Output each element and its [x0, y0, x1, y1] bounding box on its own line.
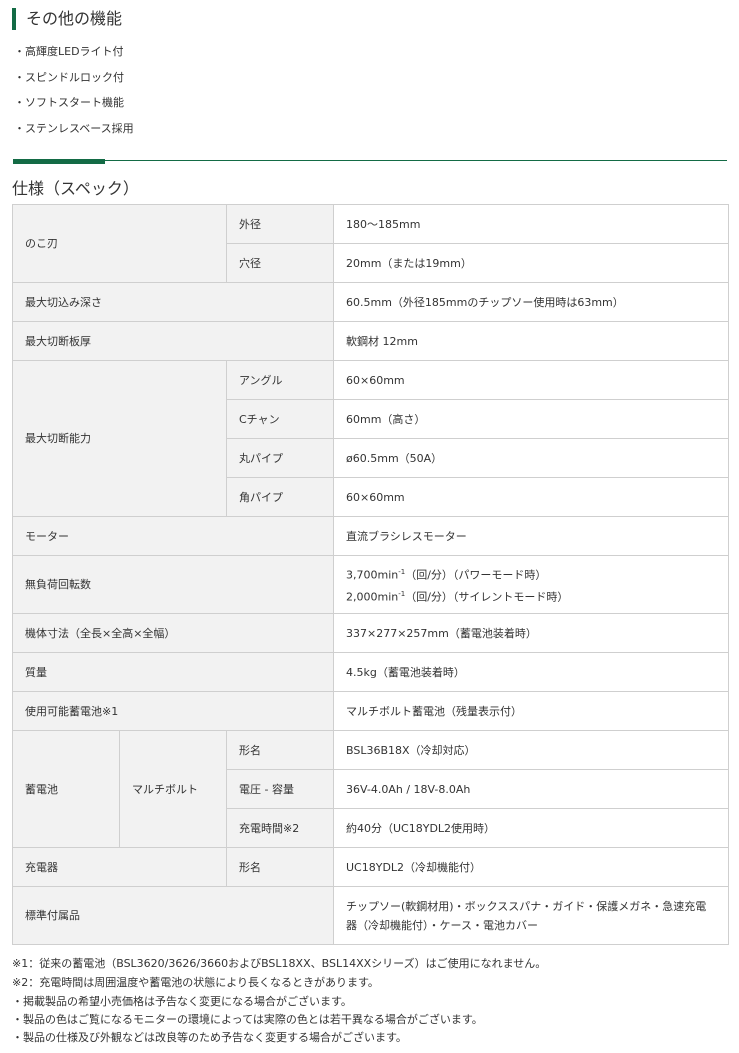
spec-value: 60×60mm	[333, 477, 729, 517]
spec-label: 蓄電池	[12, 730, 120, 848]
table-row: 無負荷回転数 3,700min-1（回/分）（パワーモード時） 2,000min…	[12, 555, 729, 614]
speed-silent-mode: （回/分）（サイレントモード時）	[405, 590, 569, 604]
table-row: 最大切込み深さ 60.5mm（外径185mmのチップソー使用時は63mm）	[12, 282, 729, 322]
disclaimers: ・掲載製品の希望小売価格は予告なく変更になる場合がございます。 ・製品の色はご覧…	[12, 993, 483, 1047]
spec-value: 軟鋼材 12mm	[333, 321, 729, 361]
spec-value: マルチボルト蓄電池（残量表示付）	[333, 691, 729, 731]
spec-sublabel: 形名	[226, 730, 334, 770]
spec-value: 60.5mm（外径185mmのチップソー使用時は63mm）	[333, 282, 729, 322]
spec-label: 標準付属品	[12, 886, 334, 945]
spec-value: 60×60mm	[333, 360, 729, 400]
spec-sublabel: 充電時間※2	[226, 808, 334, 848]
footnote: ※1：従来の蓄電池（BSL3620/3626/3660およびBSL18XX、BS…	[12, 957, 547, 970]
spec-value: チップソー(軟鋼材用)・ボックススパナ・ガイド・保護メガネ・急速充電器（冷却機能…	[333, 886, 729, 945]
table-row: 質量 4.5kg（蓄電池装着時）	[12, 652, 729, 692]
spec-label: 使用可能蓄電池※1	[12, 691, 334, 731]
spec-sublabel: Cチャン	[226, 399, 334, 439]
spec-value: 約40分（UC18YDL2使用時）	[333, 808, 729, 848]
spec-value: BSL36B18X（冷却対応）	[333, 730, 729, 770]
features-list: ・高輝度LEDライト付 ・スピンドルロック付 ・ソフトスタート機能 ・ステンレス…	[14, 42, 134, 144]
spec-value: 3,700min-1（回/分）（パワーモード時） 2,000min-1（回/分）…	[333, 555, 729, 614]
spec-value: UC18YDL2（冷却機能付）	[333, 847, 729, 887]
spec-heading: 仕様（スペック）	[12, 179, 139, 198]
table-row: 機体寸法（全長×全高×全幅） 337×277×257mm（蓄電池装着時）	[12, 613, 729, 653]
spec-sublabel: マルチボルト	[119, 730, 227, 848]
spec-sublabel: 外径	[226, 204, 334, 244]
table-row: のこ刃 外径 180～185mm	[12, 204, 729, 283]
table-row: モーター 直流ブラシレスモーター	[12, 516, 729, 556]
speed-power-mode: （回/分）（パワーモード時）	[405, 568, 547, 582]
spec-label: 最大切断板厚	[12, 321, 334, 361]
table-row: 最大切断能力 アングル 60×60mm	[12, 360, 729, 517]
table-row: 充電器 形名 UC18YDL2（冷却機能付）	[12, 847, 729, 887]
spec-value: 直流ブラシレスモーター	[333, 516, 729, 556]
spec-table: のこ刃 外径 180～185mm 穴径 20mm（または19mm） 最大切込み深…	[12, 204, 729, 945]
speed-power: 3,700min	[346, 568, 399, 582]
spec-value: 20mm（または19mm）	[333, 243, 729, 283]
spec-sublabel: 形名	[226, 847, 334, 887]
spec-label: 最大切断能力	[12, 360, 227, 517]
spec-value: 36V-4.0Ah / 18V-8.0Ah	[333, 769, 729, 809]
spec-value: 180～185mm	[333, 204, 729, 244]
disclaimer: ・製品の仕様及び外観などは改良等のため予告なく変更する場合がございます。	[12, 1031, 407, 1044]
spec-value: 337×277×257mm（蓄電池装着時）	[333, 613, 729, 653]
speed-silent: 2,000min	[346, 590, 399, 604]
spec-label: 無負荷回転数	[12, 555, 334, 614]
feature-item: ・ソフトスタート機能	[14, 96, 124, 109]
footnotes: ※1：従来の蓄電池（BSL3620/3626/3660およびBSL18XX、BS…	[12, 954, 546, 992]
table-row: 使用可能蓄電池※1 マルチボルト蓄電池（残量表示付）	[12, 691, 729, 731]
spec-label: 充電器	[12, 847, 227, 887]
spec-label: 機体寸法（全長×全高×全幅）	[12, 613, 334, 653]
section-divider-accent	[13, 159, 105, 164]
footnote: ※2：充電時間は周囲温度や蓄電池の状態により長くなるときがあります。	[12, 976, 379, 989]
spec-label: 質量	[12, 652, 334, 692]
feature-item: ・高輝度LEDライト付	[14, 45, 124, 58]
spec-sublabel: 穴径	[226, 243, 334, 283]
spec-sublabel: 丸パイプ	[226, 438, 334, 478]
table-row: 標準付属品 チップソー(軟鋼材用)・ボックススパナ・ガイド・保護メガネ・急速充電…	[12, 886, 729, 945]
spec-value: 60mm（高さ）	[333, 399, 729, 439]
feature-item: ・ステンレスベース採用	[14, 121, 134, 135]
spec-label: モーター	[12, 516, 334, 556]
features-heading: その他の機能	[12, 8, 122, 30]
spec-sublabel: 電圧 - 容量	[226, 769, 334, 809]
spec-value: ø60.5mm（50A）	[333, 438, 729, 478]
feature-item: ・スピンドルロック付	[14, 70, 124, 84]
spec-value: 4.5kg（蓄電池装着時）	[333, 652, 729, 692]
disclaimer: ・製品の色はご覧になるモニターの環境によっては実際の色とは若干異なる場合がござい…	[12, 1013, 483, 1026]
disclaimer: ・掲載製品の希望小売価格は予告なく変更になる場合がございます。	[12, 995, 352, 1008]
table-row: 最大切断板厚 軟鋼材 12mm	[12, 321, 729, 361]
spec-sublabel: アングル	[226, 360, 334, 400]
spec-label: のこ刃	[12, 204, 227, 283]
section-divider	[13, 160, 727, 161]
spec-label: 最大切込み深さ	[12, 282, 334, 322]
table-row: 蓄電池 マルチボルト 形名 BSL36B18X（冷却対応）	[12, 730, 729, 848]
spec-sublabel: 角パイプ	[226, 477, 334, 517]
